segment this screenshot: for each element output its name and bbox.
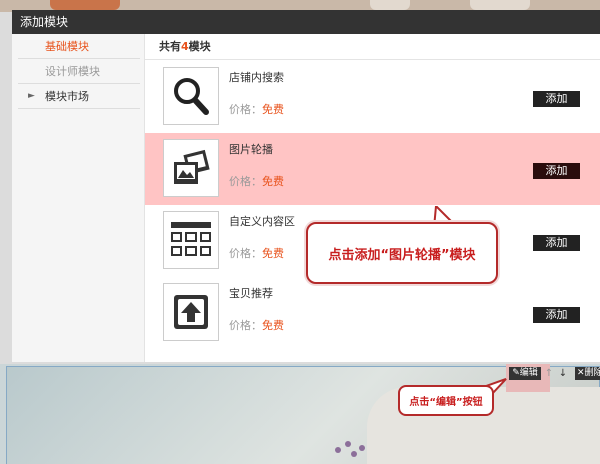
price-label: 价格： bbox=[229, 319, 262, 332]
module-title: 图片轮播 bbox=[229, 143, 273, 156]
add-module-button[interactable]: 添加 bbox=[533, 235, 580, 251]
background-decoration bbox=[470, 0, 530, 10]
preview-flower bbox=[359, 445, 365, 451]
search-icon bbox=[163, 67, 219, 125]
grid-layout-icon bbox=[163, 211, 219, 269]
module-price: 价格：免费 bbox=[229, 101, 284, 117]
module-price: 价格：免费 bbox=[229, 317, 284, 333]
module-item-image-slider: 图片轮播 价格：免费 添加 bbox=[145, 133, 600, 205]
dialog-title: 添加模块 bbox=[12, 10, 600, 34]
price-value: 免费 bbox=[262, 103, 284, 116]
module-title: 店铺内搜索 bbox=[229, 71, 284, 84]
sidebar-item-label: 模块市场 bbox=[45, 90, 89, 103]
price-label: 价格： bbox=[229, 103, 262, 116]
module-count-header: 共有4模块 bbox=[145, 34, 600, 60]
add-module-button[interactable]: 添加 bbox=[533, 307, 580, 323]
sidebar-item-basic[interactable]: 基础模块 bbox=[18, 34, 140, 59]
add-module-dialog: 添加模块 基础模块 设计师模块 ► 模块市场 共有4模块 店铺内搜索 价格：免费 bbox=[12, 10, 600, 362]
delete-button-label: 删除 bbox=[584, 368, 600, 378]
upload-arrow-icon bbox=[163, 283, 219, 341]
price-value: 免费 bbox=[262, 319, 284, 332]
sidebar-item-label: 设计师模块 bbox=[45, 65, 100, 78]
sidebar-item-market[interactable]: ► 模块市场 bbox=[18, 84, 140, 109]
module-price: 价格：免费 bbox=[229, 173, 284, 189]
sidebar-item-designer[interactable]: 设计师模块 bbox=[18, 59, 140, 84]
module-price: 价格：免费 bbox=[229, 245, 284, 261]
price-label: 价格： bbox=[229, 175, 262, 188]
edit-button[interactable]: ✎编辑 bbox=[509, 367, 541, 380]
price-value: 免费 bbox=[262, 175, 284, 188]
add-module-button[interactable]: 添加 bbox=[533, 91, 580, 107]
add-module-button[interactable]: 添加 bbox=[533, 163, 580, 179]
sidebar-item-label: 基础模块 bbox=[45, 40, 89, 53]
chevron-right-icon: ► bbox=[28, 91, 35, 101]
instruction-callout-edit: 点击“编辑”按钮 bbox=[398, 385, 494, 416]
preview-flower bbox=[345, 441, 351, 447]
module-item-recommended: 宝贝推荐 价格：免费 添加 bbox=[145, 277, 600, 349]
price-label: 价格： bbox=[229, 247, 262, 260]
module-count-suffix: 模块 bbox=[188, 40, 211, 53]
delete-button[interactable]: ✕删除 bbox=[575, 367, 600, 380]
module-list-panel: 共有4模块 店铺内搜索 价格：免费 添加 图片轮播 价格：免费 添加 自定义内容… bbox=[145, 34, 600, 362]
move-up-icon[interactable]: ↑ bbox=[543, 367, 555, 380]
price-value: 免费 bbox=[262, 247, 284, 260]
module-count-prefix: 共有 bbox=[159, 40, 181, 53]
instruction-callout-add-slider: 点击添加“图片轮播”模块 bbox=[306, 222, 498, 284]
preview-flower bbox=[335, 447, 341, 453]
move-down-icon[interactable]: ↓ bbox=[557, 367, 569, 380]
background-decoration bbox=[370, 0, 410, 10]
image-slider-icon bbox=[163, 139, 219, 197]
module-item-shop-search: 店铺内搜索 价格：免费 添加 bbox=[145, 61, 600, 133]
background-decoration bbox=[50, 0, 120, 10]
module-count-number: 4 bbox=[181, 40, 189, 53]
module-category-sidebar: 基础模块 设计师模块 ► 模块市场 bbox=[12, 34, 145, 362]
edit-button-label: 编辑 bbox=[519, 368, 538, 378]
preview-flower bbox=[351, 451, 357, 457]
module-title: 宝贝推荐 bbox=[229, 287, 273, 300]
module-title: 自定义内容区 bbox=[229, 215, 295, 228]
